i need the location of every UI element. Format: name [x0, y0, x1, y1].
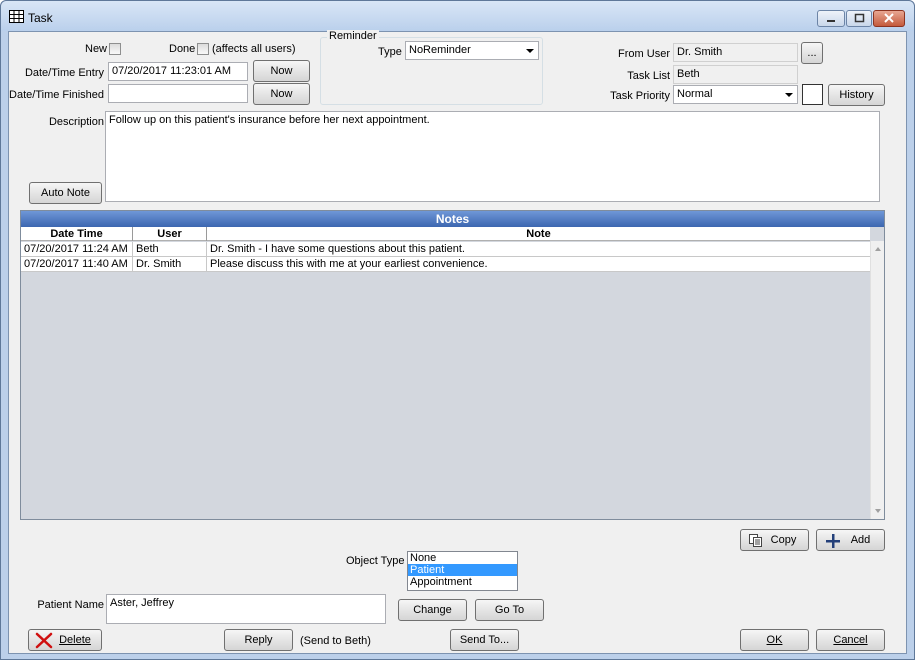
delete-button[interactable]: Delete	[28, 629, 102, 651]
close-icon	[884, 13, 894, 23]
cell-user: Beth	[133, 242, 207, 257]
list-item[interactable]: None	[408, 552, 517, 564]
task-priority-label: Task Priority	[610, 90, 670, 102]
done-note: (affects all users)	[212, 43, 296, 55]
title-bar[interactable]: Task	[1, 1, 914, 31]
column-header-note[interactable]: Note	[207, 227, 870, 241]
done-checkbox[interactable]	[197, 43, 209, 55]
entry-label: Date/Time Entry	[24, 67, 104, 79]
object-type-label: Object Type	[346, 555, 405, 567]
ok-button[interactable]: OK	[740, 629, 809, 651]
grid-icon	[9, 10, 24, 23]
copy-note-button[interactable]: Copy	[740, 529, 809, 551]
plus-icon	[826, 534, 840, 548]
notes-grid-title: Notes	[21, 211, 884, 227]
notes-grid-header: Date Time User Note	[21, 227, 870, 241]
finished-now-button[interactable]: Now	[253, 83, 310, 105]
cell-datetime: 07/20/2017 11:24 AM	[21, 242, 133, 257]
maximize-icon	[854, 13, 865, 23]
description-textarea[interactable]: Follow up on this patient's insurance be…	[105, 111, 880, 202]
reply-button[interactable]: Reply	[224, 629, 293, 651]
chevron-down-icon	[785, 93, 793, 97]
patient-name-field[interactable]: Aster, Jeffrey	[106, 594, 386, 624]
add-note-button[interactable]: Add	[816, 529, 885, 551]
from-user-label: From User	[618, 48, 670, 60]
task-priority-select[interactable]: Normal	[673, 85, 798, 104]
entry-now-button[interactable]: Now	[253, 60, 310, 82]
minimize-button[interactable]	[817, 10, 845, 27]
reminder-group-label: Reminder	[327, 30, 379, 42]
browse-user-button[interactable]: ...	[801, 42, 823, 64]
entry-datetime-field[interactable]: 07/20/2017 11:23:01 AM	[108, 62, 248, 81]
object-type-list[interactable]: None Patient Appointment	[407, 551, 518, 591]
reminder-type-select[interactable]: NoReminder	[405, 41, 539, 60]
cell-user: Dr. Smith	[133, 257, 207, 272]
minimize-icon	[827, 20, 835, 22]
cancel-label: Cancel	[833, 634, 868, 646]
add-note-label: Add	[850, 534, 871, 546]
window-title: Task	[28, 11, 53, 25]
cancel-button[interactable]: Cancel	[816, 629, 885, 651]
notes-grid: Notes Date Time User Note 07/20/2017 11:…	[20, 210, 885, 520]
finished-label: Date/Time Finished	[9, 89, 104, 101]
reminder-type-label: Type	[378, 46, 402, 58]
patient-name-label: Patient Name	[37, 599, 104, 611]
copy-icon	[749, 534, 762, 547]
finished-datetime-field[interactable]	[108, 84, 248, 103]
description-label: Description	[48, 116, 104, 128]
cell-note: Please discuss this with me at your earl…	[210, 258, 488, 270]
new-checkbox[interactable]	[109, 43, 121, 55]
new-label: New	[85, 43, 108, 55]
task-form: New Done (affects all users) Date/Time E…	[8, 30, 907, 654]
from-user-field: Dr. Smith	[673, 43, 798, 62]
send-to-button[interactable]: Send To...	[450, 629, 519, 651]
copy-note-label: Copy	[770, 534, 797, 546]
close-button[interactable]	[873, 10, 905, 27]
cell-note: Dr. Smith - I have some questions about …	[210, 243, 465, 255]
task-window: Task New Done (affects all users) Date/T…	[0, 0, 915, 660]
auto-note-button[interactable]: Auto Note	[29, 182, 102, 204]
scroll-up-icon	[875, 247, 881, 251]
go-to-button[interactable]: Go To	[475, 599, 544, 621]
reminder-type-value: NoReminder	[409, 44, 471, 56]
chevron-down-icon	[526, 49, 534, 53]
done-label: Done	[169, 43, 196, 55]
table-row[interactable]: 07/20/2017 11:24 AM Beth Dr. Smith - I h…	[21, 242, 870, 257]
ok-label: OK	[766, 634, 783, 646]
maximize-button[interactable]	[846, 10, 872, 27]
delete-label: Delete	[59, 634, 91, 646]
history-button[interactable]: History	[828, 84, 885, 106]
delete-icon	[35, 632, 53, 649]
column-header-datetime[interactable]: Date Time	[21, 227, 133, 241]
reply-note: (Send to Beth)	[300, 635, 371, 647]
table-row[interactable]: 07/20/2017 11:40 AM Dr. Smith Please dis…	[21, 257, 870, 272]
cell-datetime: 07/20/2017 11:40 AM	[21, 257, 133, 272]
change-button[interactable]: Change	[398, 599, 467, 621]
task-priority-value: Normal	[677, 88, 713, 100]
task-list-field: Beth	[673, 65, 798, 84]
scroll-down-icon	[875, 509, 881, 513]
list-item[interactable]: Appointment	[408, 576, 517, 588]
priority-color-swatch[interactable]	[802, 84, 823, 105]
task-list-label: Task List	[627, 70, 670, 82]
column-header-user[interactable]: User	[133, 227, 207, 241]
notes-scrollbar[interactable]	[870, 241, 884, 519]
list-item[interactable]: Patient	[408, 564, 517, 576]
